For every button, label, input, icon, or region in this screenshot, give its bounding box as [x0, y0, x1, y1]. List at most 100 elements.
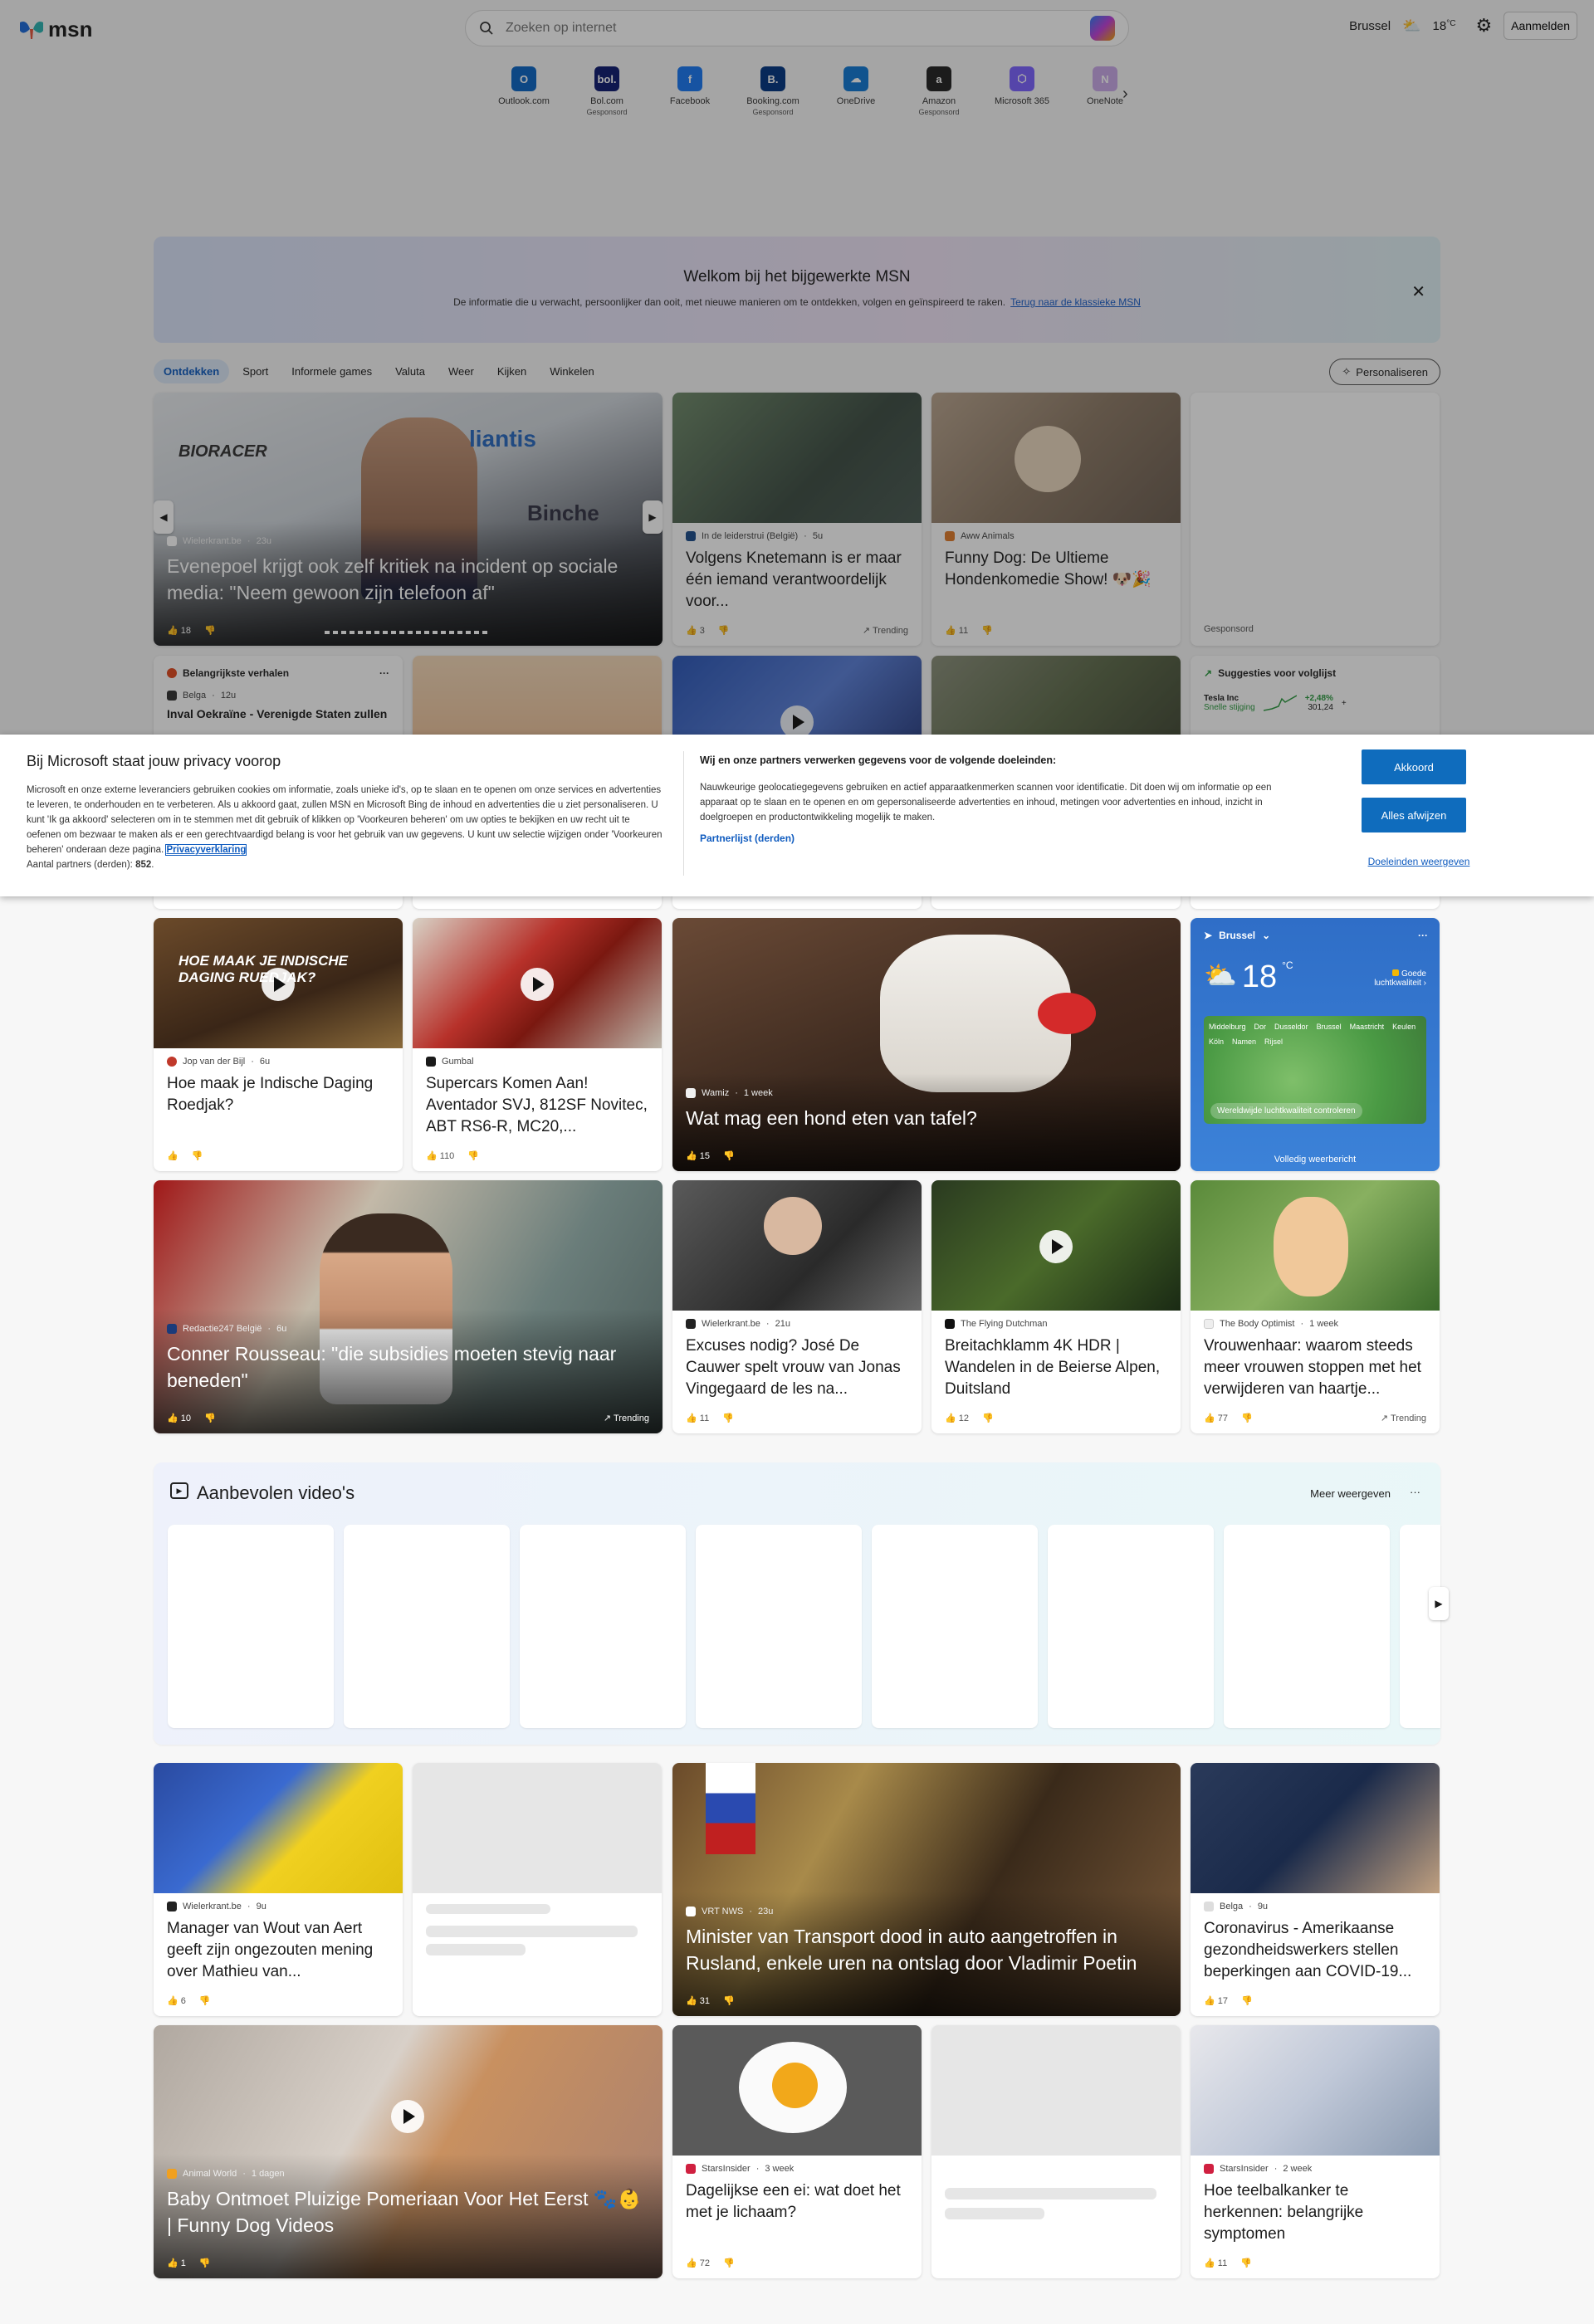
featured-news-card[interactable]: Redactie247 België · 6u Conner Rousseau: "… [154, 1180, 663, 1433]
video-placeholder[interactable] [872, 1525, 1038, 1728]
tab-ontdekken[interactable]: Ontdekken [154, 359, 230, 383]
video-placeholder[interactable] [168, 1525, 334, 1728]
like-icon[interactable]: 👍 18 [167, 625, 191, 636]
tab-kijken[interactable]: Kijken [487, 359, 536, 383]
quicklink-item[interactable]: bol. Bol.com Gesponsord [569, 66, 645, 116]
card-title[interactable]: Hoe teelbalkanker te herkennen: belangri… [1204, 2180, 1426, 2245]
stock-name[interactable]: Tesla Inc [1204, 694, 1255, 703]
tab-weer[interactable]: Weer [438, 359, 484, 383]
dislike-icon[interactable]: 👎 [204, 1413, 216, 1423]
quicklink-item[interactable]: ⬡ Microsoft 365 [984, 66, 1060, 116]
like-icon[interactable]: 👍 [167, 1150, 178, 1161]
view-purposes-link[interactable]: Doeleinden weergeven [1362, 856, 1476, 867]
dislike-icon[interactable]: 👎 [192, 1150, 203, 1161]
card-title[interactable]: Breitachklamm 4K HDR | Wandelen in de Be… [945, 1335, 1167, 1400]
tab-winkelen[interactable]: Winkelen [540, 359, 604, 383]
card-title[interactable]: Hoe maak je Indische Daging Roedjak? [167, 1073, 389, 1116]
story-title[interactable]: Inval Oekraïne - Verenigde Staten zullen [167, 707, 389, 720]
classic-msn-link[interactable]: Terug naar de klassieke MSN [1010, 296, 1141, 308]
reject-all-button[interactable]: Alles afwijzen [1362, 798, 1466, 832]
news-card[interactable]: StarsInsider · 3 week Dagelijkse een ei: w… [672, 2025, 922, 2278]
video-placeholder[interactable] [1400, 1525, 1440, 1728]
hero-title[interactable]: Evenepoel krijgt ook zelf kritiek na inc… [167, 553, 649, 606]
video-placeholder[interactable] [1048, 1525, 1214, 1728]
copilot-icon[interactable] [1090, 16, 1115, 41]
video-card[interactable]: HOE MAAK JE INDISCHE DAGING RUEDJAK? Jop… [154, 918, 403, 1171]
news-card[interactable]: In de leiderstrui (België) · 5u Volgens Kn… [672, 393, 922, 646]
video-placeholder[interactable] [1224, 1525, 1390, 1728]
dislike-icon[interactable]: 👎 [204, 625, 216, 636]
search-input[interactable] [506, 21, 1078, 36]
like-icon[interactable]: 👍 11 [945, 625, 968, 636]
weather-location[interactable]: Brussel [1219, 930, 1255, 941]
video-card[interactable]: The Flying Dutchman Breitachklamm 4K HDR… [931, 1180, 1181, 1433]
more-options-icon[interactable]: ··· [1418, 930, 1428, 941]
card-title[interactable]: Coronavirus - Amerikaanse gezondheidswer… [1204, 1918, 1426, 1983]
more-options-icon[interactable]: ··· [379, 667, 389, 679]
air-quality[interactable]: Goede luchtkwaliteit › [1352, 969, 1426, 988]
news-card[interactable]: The Body Optimist · 1 week Vrouwenhaar: wa… [1191, 1180, 1440, 1433]
carousel-next-icon[interactable]: ▶ [643, 500, 663, 534]
weather-map[interactable]: Middelburg Dor Dusseldor Brussel Maastricht K… [1204, 1016, 1426, 1124]
like-icon[interactable]: 👍 12 [945, 1413, 969, 1423]
tab-sport[interactable]: Sport [232, 359, 278, 383]
personalize-button[interactable]: ✧ Personaliseren [1329, 359, 1440, 385]
featured-news-card[interactable]: VRT NWS · 23u Minister van Transport dood … [672, 1763, 1181, 2016]
like-icon[interactable]: 👍 31 [686, 1995, 710, 2006]
news-card[interactable]: Aww Animals Funny Dog: De Ultieme Honden… [931, 393, 1181, 646]
weather-card[interactable]: ➤ Brussel ⌄ ··· ⛅ 18 °C Goede luchtkwaliteit… [1191, 918, 1440, 1171]
play-icon[interactable] [780, 706, 814, 739]
like-icon[interactable]: 👍 15 [686, 1150, 710, 1161]
quicklinks-next-arrow-icon[interactable]: › [1122, 85, 1128, 104]
card-title[interactable]: Supercars Komen Aan! Aventador SVJ, 812S… [426, 1073, 648, 1138]
dislike-icon[interactable]: 👎 [718, 625, 730, 636]
hero-carousel-card[interactable]: liantis BIORACER Binche Wielerkrant.be · 2… [154, 393, 663, 646]
dislike-icon[interactable]: 👎 [723, 2258, 735, 2268]
card-title[interactable]: Minister van Transport dood in auto aang… [686, 1923, 1167, 1976]
dislike-icon[interactable]: 👎 [1241, 1413, 1253, 1423]
like-icon[interactable]: 👍 72 [686, 2258, 710, 2268]
quicklink-item[interactable]: ☁ OneDrive [818, 66, 894, 116]
card-title[interactable]: Baby Ontmoet Pluizige Pomeriaan Voor Het… [167, 2185, 649, 2239]
like-icon[interactable]: 👍 77 [1204, 1413, 1228, 1423]
partner-list-link[interactable]: Partnerlijst (derden) [700, 832, 795, 844]
dislike-icon[interactable]: 👎 [723, 1995, 735, 2006]
quicklink-item[interactable]: f Facebook [652, 66, 728, 116]
card-title[interactable]: Excuses nodig? José De Cauwer spelt vrou… [686, 1335, 908, 1400]
video-placeholder[interactable] [520, 1525, 686, 1728]
header-location[interactable]: Brussel [1349, 19, 1391, 33]
like-icon[interactable]: 👍 3 [686, 625, 705, 636]
close-icon[interactable]: ✕ [1411, 281, 1425, 302]
air-quality-link[interactable]: Wereldwijde luchtkwaliteit controleren [1210, 1103, 1362, 1119]
more-options-icon[interactable]: ··· [1410, 1486, 1420, 1498]
full-forecast-link[interactable]: Volledig weerbericht [1191, 1155, 1440, 1164]
dislike-icon[interactable]: 👎 [981, 625, 993, 636]
dislike-icon[interactable]: 👎 [982, 1413, 994, 1423]
card-title[interactable]: Wat mag een hond eten van tafel? [686, 1105, 1167, 1131]
header-temperature[interactable]: 18°C [1433, 19, 1456, 33]
signin-button[interactable]: Aanmelden [1504, 12, 1577, 40]
tab-valuta[interactable]: Valuta [385, 359, 435, 383]
dislike-icon[interactable]: 👎 [1240, 2258, 1252, 2268]
play-icon[interactable] [391, 2100, 424, 2133]
card-title[interactable]: Manager van Wout van Aert geeft zijn ong… [167, 1918, 389, 1983]
news-card[interactable]: Wielerkrant.be · 21u Excuses nodig? José D… [672, 1180, 922, 1433]
quicklink-item[interactable]: B. Booking.com Gesponsord [735, 66, 811, 116]
like-icon[interactable]: 👍 1 [167, 2258, 186, 2268]
dislike-icon[interactable]: 👎 [199, 1995, 211, 2006]
video-placeholder[interactable] [696, 1525, 862, 1728]
carousel-prev-icon[interactable]: ◀ [154, 500, 174, 534]
show-more-link[interactable]: Meer weergeven [1310, 1487, 1391, 1500]
like-icon[interactable]: 👍 17 [1204, 1995, 1228, 2006]
quicklink-item[interactable]: a Amazon Gesponsord [901, 66, 977, 116]
news-card[interactable]: Belga · 9u Coronavirus - Amerikaanse gezon… [1191, 1763, 1440, 2016]
dislike-icon[interactable]: 👎 [722, 1413, 734, 1423]
dislike-icon[interactable]: 👎 [467, 1150, 479, 1161]
like-icon[interactable]: 👍 11 [686, 1413, 709, 1423]
like-icon[interactable]: 👍 110 [426, 1150, 454, 1161]
quicklink-item[interactable]: N OneNote [1067, 66, 1143, 116]
news-card[interactable]: StarsInsider · 2 week Hoe teelbalkanker te… [1191, 2025, 1440, 2278]
msn-logo[interactable]: msn [18, 17, 92, 42]
play-icon[interactable] [262, 968, 295, 1001]
card-title[interactable]: Vrouwenhaar: waarom steeds meer vrouwen … [1204, 1335, 1426, 1400]
